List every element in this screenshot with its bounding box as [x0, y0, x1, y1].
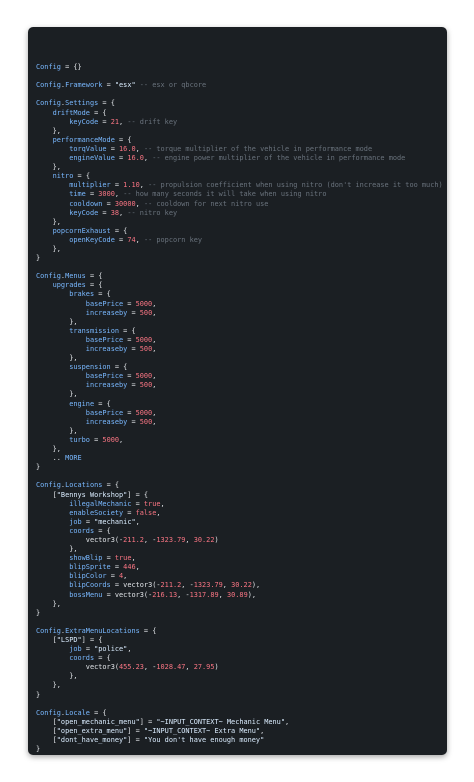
code-line: Config.Settings = { [36, 99, 115, 108]
code-line: increaseby = 500, [85, 345, 157, 353]
code-line: ["open_mechanic_menu"] = "~INPUT_CONTEXT… [52, 717, 290, 726]
code-line: Config.Locations = { [36, 481, 120, 490]
code-line: Config.Locale = { [36, 708, 107, 717]
code-line: turbo = 5000, [69, 435, 124, 444]
code-line: }, [69, 545, 78, 554]
code-line: increaseby = 500, [85, 381, 157, 390]
code-line: }, [52, 244, 61, 253]
code-line: engine = { [69, 399, 111, 408]
code-line: keyCode = 21, -- drift key [69, 117, 178, 126]
code-line: blipCoords = vector3(-211.2, -1323.79, 3… [69, 581, 261, 590]
code-line: } [36, 608, 41, 617]
code-line: cooldown = 30000, -- cooldown for next n… [69, 199, 269, 208]
code-line: }, [69, 426, 78, 435]
code-line: vector3(455.23, -1028.47, 27.95) [85, 663, 219, 672]
code-line: popcornExhaust = { [52, 226, 128, 235]
code-line: Config = {} [36, 63, 82, 72]
window-titlebar [28, 27, 447, 49]
code-line: enableSociety = false, [69, 508, 161, 517]
code-line: multiplier = 1.10, -- propulsion coeffic… [69, 181, 443, 190]
code-line: time = 3000, -- how many seconds it will… [69, 190, 327, 199]
code-line: upgrades = { [52, 281, 103, 290]
code-line: engineValue = 16.0, -- engine power mult… [69, 154, 406, 163]
code-window: Config = {} Config.Framework = "esx" -- e… [28, 27, 447, 755]
code-line: torqValue = 16.0, -- torque multiplier o… [69, 144, 373, 153]
code-line: basePrice = 5000, [85, 372, 157, 381]
code-line: basePrice = 5000, [85, 408, 157, 417]
code-line: showBlip = true, [69, 554, 136, 563]
code-line: .. MORE [52, 454, 82, 463]
code-line: }, [69, 390, 78, 399]
code-line: }, [52, 445, 61, 454]
code-line: Config.Framework = "esx" -- esx or qbcor… [36, 81, 207, 90]
code-line: Config.ExtraMenuLocations = { [36, 626, 157, 635]
code-line: keyCode = 38, -- nitro key [69, 208, 178, 217]
code-line: ["LSPD"] = { [52, 636, 103, 644]
code-line: performanceMode = { [52, 135, 132, 144]
code-line: basePrice = 5000, [85, 335, 157, 344]
code-line: suspension = { [69, 363, 128, 372]
code-line: nitro = { [52, 172, 90, 181]
code-line: openKeyCode = 74, -- popcorn key [69, 235, 203, 244]
code-line: increaseby = 500, [85, 417, 157, 426]
code-line: ["dont_have_money"] = "You don't have en… [52, 736, 265, 745]
code-line: Config.Menus = { [36, 272, 103, 281]
code-line: coords = { [69, 654, 111, 663]
code-line: coords = { [69, 526, 111, 535]
maximize-window-button[interactable] [59, 35, 66, 42]
code-line: }, [52, 217, 61, 226]
code-line: ["open_extra_menu"] = "~INPUT_CONTEXT~ E… [52, 726, 265, 735]
code-line: }, [69, 672, 78, 681]
code-line: vector3(-211.2, -1323.79, 30.22) [85, 535, 219, 544]
code-line: }, [69, 354, 78, 363]
code-line: basePrice = 5000, [85, 299, 157, 308]
code-line: illegalMechanic = true, [69, 499, 165, 508]
code-editor: Config = {} Config.Framework = "esx" -- e… [36, 54, 447, 755]
code-line: blipSprite = 446, [69, 563, 140, 572]
minimize-window-button[interactable] [48, 35, 55, 42]
code-line: }, [69, 317, 78, 326]
code-line: }, [52, 126, 61, 135]
code-line: } [36, 690, 41, 699]
code-line: }, [52, 681, 61, 690]
code-line: job = "police", [69, 645, 132, 654]
close-window-button[interactable] [37, 35, 44, 42]
code-line: transmission = { [69, 326, 136, 335]
code-line: } [36, 463, 41, 472]
code-line: blipColor = 4, [69, 572, 128, 581]
code-line: driftMode = { [52, 108, 107, 117]
code-line: } [36, 745, 41, 754]
code-line: }, [52, 163, 61, 172]
code-line: brakes = { [69, 290, 111, 299]
code-line: ["Bennys Workshop"] = { [52, 490, 149, 499]
code-line: job = "mechanic", [69, 517, 140, 526]
code-line: increaseby = 500, [85, 308, 157, 317]
code-line: } [36, 254, 41, 263]
code-line: bossMenu = vector3(-216.13, -1317.89, 30… [69, 590, 257, 599]
code-line: }, [52, 599, 61, 608]
